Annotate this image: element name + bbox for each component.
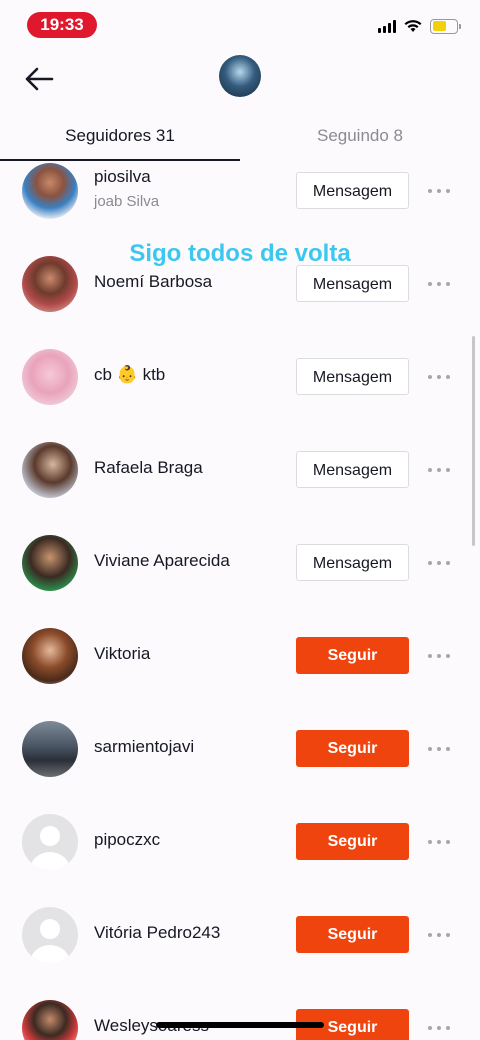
follow-button[interactable]: Seguir — [296, 730, 409, 767]
avatar[interactable] — [22, 721, 78, 777]
tabs: Seguidores 31 Seguindo 8 — [0, 112, 480, 164]
message-button[interactable]: Mensagem — [296, 172, 409, 209]
arrow-left-icon — [25, 67, 54, 91]
list-item: Rafaela Braga Mensagem — [0, 436, 480, 529]
list-item: pipoczxc Seguir — [0, 808, 480, 901]
follower-name[interactable]: Rafaela Braga — [94, 458, 203, 478]
message-button[interactable]: Mensagem — [296, 544, 409, 581]
message-button[interactable]: Mensagem — [296, 265, 409, 302]
tab-followers[interactable]: Seguidores 31 — [0, 112, 240, 162]
list-item: piosilva joab Silva Mensagem — [0, 160, 480, 250]
avatar[interactable] — [22, 1000, 78, 1040]
default-avatar-icon — [30, 919, 70, 963]
avatar[interactable] — [22, 814, 78, 870]
home-indicator[interactable] — [156, 1022, 324, 1028]
follow-button[interactable]: Seguir — [296, 823, 409, 860]
follower-name[interactable]: Noemí Barbosa — [94, 272, 212, 292]
profile-avatar[interactable] — [219, 55, 261, 97]
list-item: Noemí Barbosa Mensagem — [0, 250, 480, 343]
follow-button[interactable]: Seguir — [296, 637, 409, 674]
more-icon[interactable] — [428, 646, 450, 666]
back-button[interactable] — [22, 62, 56, 96]
more-icon[interactable] — [428, 181, 450, 201]
avatar[interactable] — [22, 163, 78, 219]
battery-icon — [430, 18, 461, 34]
list-item: Vitória Pedro243 Seguir — [0, 901, 480, 994]
wifi-icon — [404, 20, 422, 32]
status-time: 19:33 — [27, 12, 97, 38]
list-item: sarmientojavi Seguir — [0, 715, 480, 808]
battery-level — [432, 21, 447, 31]
list-item: Wesleysoaress Seguir — [0, 994, 480, 1040]
more-icon[interactable] — [428, 460, 450, 480]
follower-name[interactable]: Vitória Pedro243 — [94, 923, 220, 943]
more-icon[interactable] — [428, 925, 450, 945]
avatar[interactable] — [22, 535, 78, 591]
avatar[interactable] — [22, 907, 78, 963]
status-icons — [378, 18, 461, 34]
scrollbar[interactable] — [472, 336, 475, 546]
avatar[interactable] — [22, 442, 78, 498]
follower-name[interactable]: Viviane Aparecida — [94, 551, 230, 571]
list-item: Viktoria Seguir — [0, 622, 480, 715]
message-button[interactable]: Mensagem — [296, 451, 409, 488]
default-avatar-icon — [30, 826, 70, 870]
cellular-signal-icon — [378, 19, 396, 33]
follower-name[interactable]: pipoczxc — [94, 830, 160, 850]
follower-subname: joab Silva — [94, 193, 160, 210]
more-icon[interactable] — [428, 553, 450, 573]
tab-following[interactable]: Seguindo 8 — [240, 112, 480, 162]
more-icon[interactable] — [428, 367, 450, 387]
list-item: Viviane Aparecida Mensagem — [0, 529, 480, 622]
follower-name[interactable]: cb 👶 ktb — [94, 365, 165, 385]
follower-name[interactable]: Viktoria — [94, 644, 150, 664]
list-item: cb 👶 ktb Mensagem — [0, 343, 480, 436]
follow-button[interactable]: Seguir — [296, 916, 409, 953]
header — [0, 46, 480, 112]
more-icon[interactable] — [428, 1018, 450, 1038]
avatar[interactable] — [22, 628, 78, 684]
follower-name[interactable]: sarmientojavi — [94, 737, 194, 757]
avatar[interactable] — [22, 349, 78, 405]
more-icon[interactable] — [428, 832, 450, 852]
status-bar: 19:33 — [0, 0, 480, 46]
message-button[interactable]: Mensagem — [296, 358, 409, 395]
follower-name[interactable]: piosilva — [94, 167, 151, 187]
more-icon[interactable] — [428, 739, 450, 759]
more-icon[interactable] — [428, 274, 450, 294]
followers-list: piosilva joab Silva Mensagem Noemí Barbo… — [0, 160, 480, 1040]
avatar[interactable] — [22, 256, 78, 312]
